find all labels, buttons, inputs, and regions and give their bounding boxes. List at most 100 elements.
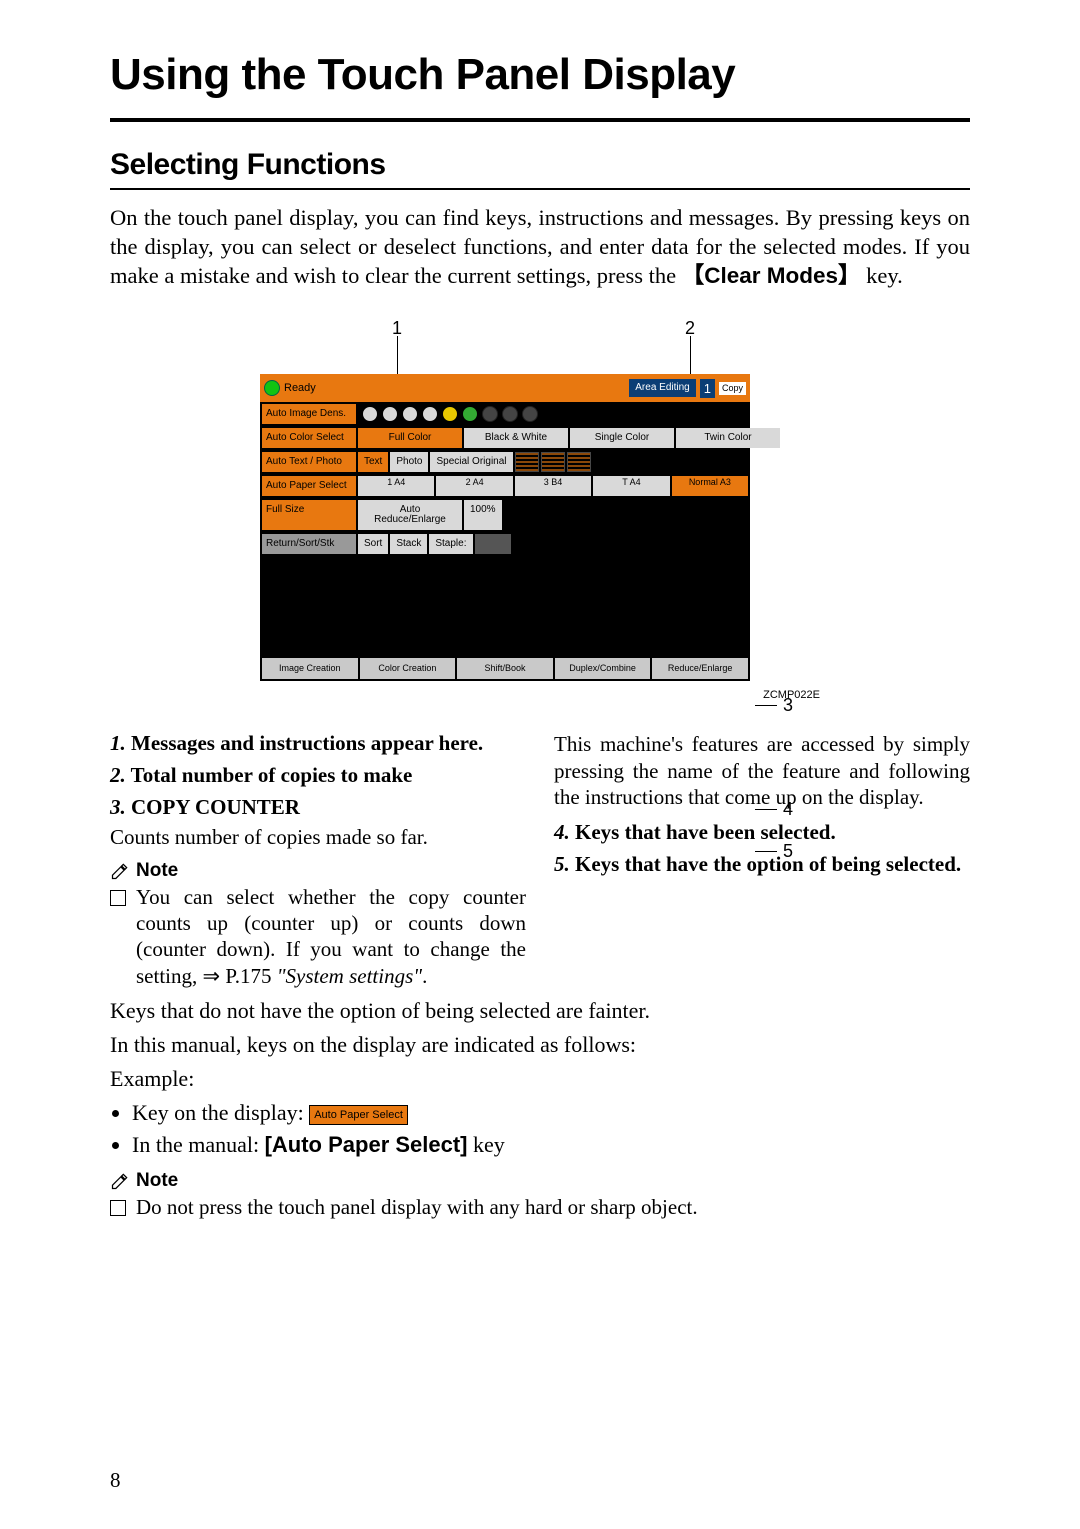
legend-1-num: 1.: [110, 731, 126, 755]
clear-modes-close: 】: [838, 263, 861, 288]
intro-text-post: key.: [861, 263, 903, 288]
copy-count-display: 1: [700, 379, 715, 398]
text-button[interactable]: Text: [358, 452, 388, 472]
callout-5: 5: [783, 841, 793, 862]
full-color-button[interactable]: Full Color: [358, 428, 462, 448]
legend-3-para: This machine's features are accessed by …: [554, 731, 970, 810]
legend-2-text: Total number of copies to make: [126, 763, 413, 787]
tab-image-creation[interactable]: Image Creation: [262, 658, 358, 679]
ready-led-icon: [264, 380, 280, 396]
staple-icon[interactable]: [475, 534, 511, 554]
area-editing-button[interactable]: Area Editing: [629, 379, 695, 397]
auto-reduce-enlarge-button[interactable]: Auto Reduce/Enlarge: [358, 500, 462, 530]
section-heading: Selecting Functions: [110, 148, 970, 182]
paper-tray-1[interactable]: 1 A4: [358, 476, 434, 496]
bullet2-pre: In the manual:: [132, 1132, 265, 1157]
example-bullet-2: In the manual: [Auto Paper Select] key: [132, 1132, 970, 1158]
title-rule: [110, 118, 970, 122]
legend-1-text: Messages and instructions appear here.: [126, 731, 483, 755]
ratio-100-button[interactable]: 100%: [464, 500, 502, 530]
clear-modes-key: Clear Modes: [704, 263, 838, 288]
legend-2-num: 2.: [110, 763, 126, 787]
auto-text-photo-button[interactable]: Auto Text / Photo: [262, 452, 356, 472]
density-dot-icon[interactable]: [362, 406, 378, 422]
legend-4-num: 4.: [554, 820, 570, 844]
indicated-line: In this manual, keys on the display are …: [110, 1032, 970, 1058]
paper-tray-normal[interactable]: Normal A3: [672, 476, 748, 496]
density-dot-icon[interactable]: [442, 406, 458, 422]
note-label-2: Note: [136, 1170, 178, 1192]
note-heading: Note: [110, 860, 526, 882]
auto-color-select-button[interactable]: Auto Color Select: [262, 428, 356, 448]
touch-panel-figure: 1 2 Ready Area Editing 1 Copy Auto Image…: [260, 318, 820, 681]
auto-image-density-button[interactable]: Auto Image Dens.: [262, 404, 356, 424]
status-text: Ready: [284, 383, 316, 394]
original-orientation-icon[interactable]: [515, 452, 539, 472]
page-number: 8: [110, 1468, 121, 1493]
density-dot-icon[interactable]: [482, 406, 498, 422]
original-orientation-icon[interactable]: [567, 452, 591, 472]
legend-3-sub: Counts number of copies made so far.: [110, 824, 526, 850]
full-size-button[interactable]: Full Size: [262, 500, 356, 530]
legend-1: 1. Messages and instructions appear here…: [110, 731, 526, 757]
figure-id: ZCMP022E: [260, 689, 820, 701]
example-line: Example:: [110, 1066, 970, 1092]
arrow-icon: ⇒: [203, 965, 221, 988]
callout-2-line: [690, 336, 691, 374]
note-2: Do not press the touch panel display wit…: [110, 1194, 970, 1220]
touch-panel: Ready Area Editing 1 Copy Auto Image Den…: [260, 374, 750, 681]
note-label: Note: [136, 860, 178, 882]
original-orientation-icon[interactable]: [541, 452, 565, 472]
callout-3-line: [755, 705, 777, 706]
callout-5-line: [755, 851, 777, 852]
paper-tray-3[interactable]: 3 B4: [515, 476, 591, 496]
clear-modes-open: 【: [682, 263, 705, 288]
fainter-keys-line: Keys that do not have the option of bein…: [110, 998, 970, 1024]
intro-paragraph: On the touch panel display, you can find…: [110, 204, 970, 290]
page-title: Using the Touch Panel Display: [110, 50, 970, 100]
special-original-button[interactable]: Special Original: [430, 452, 512, 472]
tab-duplex-combine[interactable]: Duplex/Combine: [555, 658, 651, 679]
auto-paper-select-inline-key: Auto Paper Select: [309, 1105, 408, 1125]
legend-3-num: 3.: [110, 795, 126, 819]
copy-counter-badge: Copy: [719, 382, 746, 395]
legend-5-num: 5.: [554, 852, 570, 876]
bullet1-pre: Key on the display:: [132, 1100, 309, 1125]
callout-1-line: [397, 336, 398, 374]
twin-color-button[interactable]: Twin Color: [676, 428, 780, 448]
density-dot-icon[interactable]: [382, 406, 398, 422]
black-white-button[interactable]: Black & White: [464, 428, 568, 448]
callout-4-line: [755, 809, 777, 810]
paper-tray-t[interactable]: T A4: [593, 476, 669, 496]
copy-count-value: 1: [704, 382, 711, 395]
checkbox-icon: [110, 890, 126, 906]
tab-color-creation[interactable]: Color Creation: [360, 658, 456, 679]
bullet2-post: key: [468, 1132, 505, 1157]
tab-reduce-enlarge[interactable]: Reduce/Enlarge: [652, 658, 748, 679]
note-1-ref: P.175: [220, 964, 277, 988]
note-heading-2: Note: [110, 1170, 970, 1192]
callout-3: 3: [783, 695, 793, 716]
density-dot-icon[interactable]: [502, 406, 518, 422]
density-dot-icon[interactable]: [522, 406, 538, 422]
section-rule: [110, 188, 970, 190]
legend-2: 2. Total number of copies to make: [110, 763, 526, 789]
checkbox-icon: [110, 1200, 126, 1216]
staple-button[interactable]: Staple:: [429, 534, 472, 554]
example-bullet-1: Key on the display: Auto Paper Select: [132, 1100, 970, 1126]
stack-button[interactable]: Stack: [390, 534, 427, 554]
photo-button[interactable]: Photo: [390, 452, 428, 472]
auto-paper-select-button[interactable]: Auto Paper Select: [262, 476, 356, 496]
note-1: You can select whether the copy counter …: [110, 884, 526, 990]
paper-tray-2[interactable]: 2 A4: [436, 476, 512, 496]
bullet2-keyname: [Auto Paper Select]: [265, 1132, 468, 1157]
density-dot-icon[interactable]: [462, 406, 478, 422]
single-color-button[interactable]: Single Color: [570, 428, 674, 448]
tab-shift-book[interactable]: Shift/Book: [457, 658, 553, 679]
density-scale[interactable]: [358, 404, 538, 424]
sort-button[interactable]: Sort: [358, 534, 388, 554]
density-dot-icon[interactable]: [402, 406, 418, 422]
note-1-tail: .: [422, 964, 427, 988]
finishing-label: Return/Sort/Stk: [262, 534, 356, 554]
density-dot-icon[interactable]: [422, 406, 438, 422]
